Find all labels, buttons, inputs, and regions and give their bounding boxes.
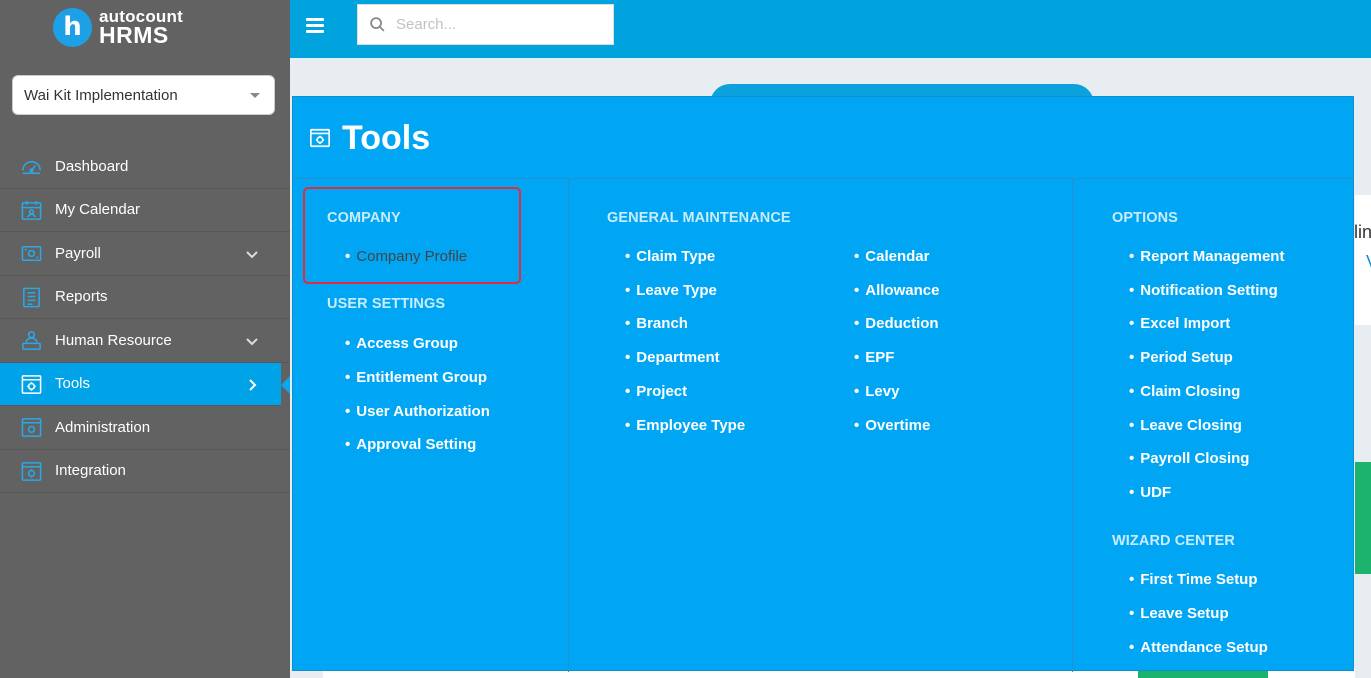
logo-text: autocount HRMS [99, 8, 183, 47]
logo-brand-bottom: HRMS [99, 21, 169, 48]
integration-icon [21, 461, 42, 481]
menu-item-udf[interactable]: UDF [1129, 484, 1171, 501]
mega-menu-title: Tools [342, 119, 431, 157]
menu-item-calendar[interactable]: Calendar [854, 248, 929, 265]
menu-item-excel-import[interactable]: Excel Import [1129, 315, 1230, 332]
menu-item-access-group[interactable]: Access Group [345, 335, 458, 352]
logo-badge: h [53, 7, 92, 47]
menu-item-claim-closing[interactable]: Claim Closing [1129, 383, 1240, 400]
background-green-block [1355, 462, 1371, 574]
menu-item-leave-type[interactable]: Leave Type [625, 282, 717, 299]
sidebar-item-tools[interactable]: Tools [0, 362, 290, 406]
sidebar-item-payroll[interactable]: Payroll [0, 232, 290, 276]
menu-item-branch[interactable]: Branch [625, 315, 688, 332]
search-box [357, 4, 614, 45]
company-select-value: Wai Kit Implementation [24, 86, 178, 104]
dashboard-icon [22, 160, 41, 174]
sidebar-item-reports[interactable]: Reports [0, 276, 290, 319]
menu-item-report-management[interactable]: Report Management [1129, 248, 1284, 265]
sidebar-item-label: Tools [55, 375, 91, 393]
company-select[interactable]: Wai Kit Implementation [12, 75, 275, 115]
hamburger-menu-icon[interactable] [306, 18, 324, 34]
menu-item-deduction[interactable]: Deduction [854, 315, 938, 332]
menu-item-overtime[interactable]: Overtime [854, 417, 930, 434]
sidebar-item-label: Integration [55, 462, 126, 480]
menu-item-period-setup[interactable]: Period Setup [1129, 349, 1233, 366]
human-resource-icon [22, 331, 41, 350]
section-general-maintenance: GENERAL MAINTENANCE [607, 210, 791, 226]
column-divider [568, 179, 569, 672]
sidebar-item-human-resource[interactable]: Human Resource [0, 319, 290, 363]
menu-item-leave-setup[interactable]: Leave Setup [1129, 605, 1228, 622]
background-partial-text: lin [1354, 222, 1371, 242]
mega-menu-header: Tools [293, 97, 1353, 179]
tools-icon [21, 374, 42, 394]
menu-item-attendance-setup[interactable]: Attendance Setup [1129, 639, 1268, 656]
app-logo[interactable]: h autocount HRMS [53, 6, 183, 48]
menu-item-project[interactable]: Project [625, 383, 687, 400]
menu-item-levy[interactable]: Levy [854, 383, 899, 400]
menu-item-entitlement-group[interactable]: Entitlement Group [345, 369, 487, 386]
chevron-down-icon [246, 338, 258, 346]
menu-item-allowance[interactable]: Allowance [854, 282, 939, 299]
menu-item-epf[interactable]: EPF [854, 349, 894, 366]
tools-icon [310, 128, 330, 148]
caret-down-icon [250, 93, 260, 98]
chevron-right-icon [249, 378, 257, 391]
menu-item-user-authorization[interactable]: User Authorization [345, 403, 490, 420]
highlight-box [303, 187, 521, 284]
sidebar-item-label: Reports [55, 288, 108, 306]
sidebar-item-label: Payroll [55, 244, 101, 262]
menu-item-approval-setting[interactable]: Approval Setting [345, 436, 476, 453]
sidebar: h autocount HRMS Wai Kit Implementation … [0, 0, 290, 678]
calendar-user-icon [21, 200, 42, 220]
column-divider [1072, 179, 1073, 672]
menu-item-notification-setting[interactable]: Notification Setting [1129, 282, 1278, 299]
menu-item-claim-type[interactable]: Claim Type [625, 248, 715, 265]
sidebar-item-label: My Calendar [55, 201, 141, 219]
section-options: OPTIONS [1112, 210, 1178, 226]
top-bar [290, 0, 1371, 58]
menu-item-leave-closing[interactable]: Leave Closing [1129, 417, 1242, 434]
search-icon [370, 17, 385, 32]
menu-item-first-time-setup[interactable]: First Time Setup [1129, 571, 1257, 588]
sidebar-item-label: Administration [55, 418, 151, 436]
administration-icon [21, 418, 42, 437]
payroll-icon [21, 246, 42, 261]
menu-item-department[interactable]: Department [625, 349, 719, 366]
section-wizard-center: WIZARD CENTER [1112, 533, 1235, 549]
sidebar-item-administration[interactable]: Administration [0, 406, 290, 450]
tools-mega-menu: Tools COMPANY Company Profile USER SETTI… [292, 96, 1354, 672]
background-partial-link[interactable]: V [1366, 252, 1371, 273]
section-user-settings: USER SETTINGS [327, 296, 446, 312]
sidebar-item-dashboard[interactable]: Dashboard [0, 145, 290, 189]
chevron-down-icon [246, 251, 258, 259]
search-input[interactable] [396, 16, 596, 33]
sidebar-item-my-calendar[interactable]: My Calendar [0, 189, 290, 232]
sidebar-item-label: Human Resource [55, 331, 172, 349]
background-green-button [1138, 670, 1268, 678]
sidebar-nav: Dashboard My Calendar Payroll Reports Hu… [0, 145, 290, 493]
sidebar-item-label: Dashboard [55, 157, 129, 175]
sidebar-item-integration[interactable]: Integration [0, 450, 290, 493]
menu-item-employee-type[interactable]: Employee Type [625, 417, 745, 434]
reports-icon [23, 287, 40, 307]
menu-item-payroll-closing[interactable]: Payroll Closing [1129, 450, 1249, 467]
